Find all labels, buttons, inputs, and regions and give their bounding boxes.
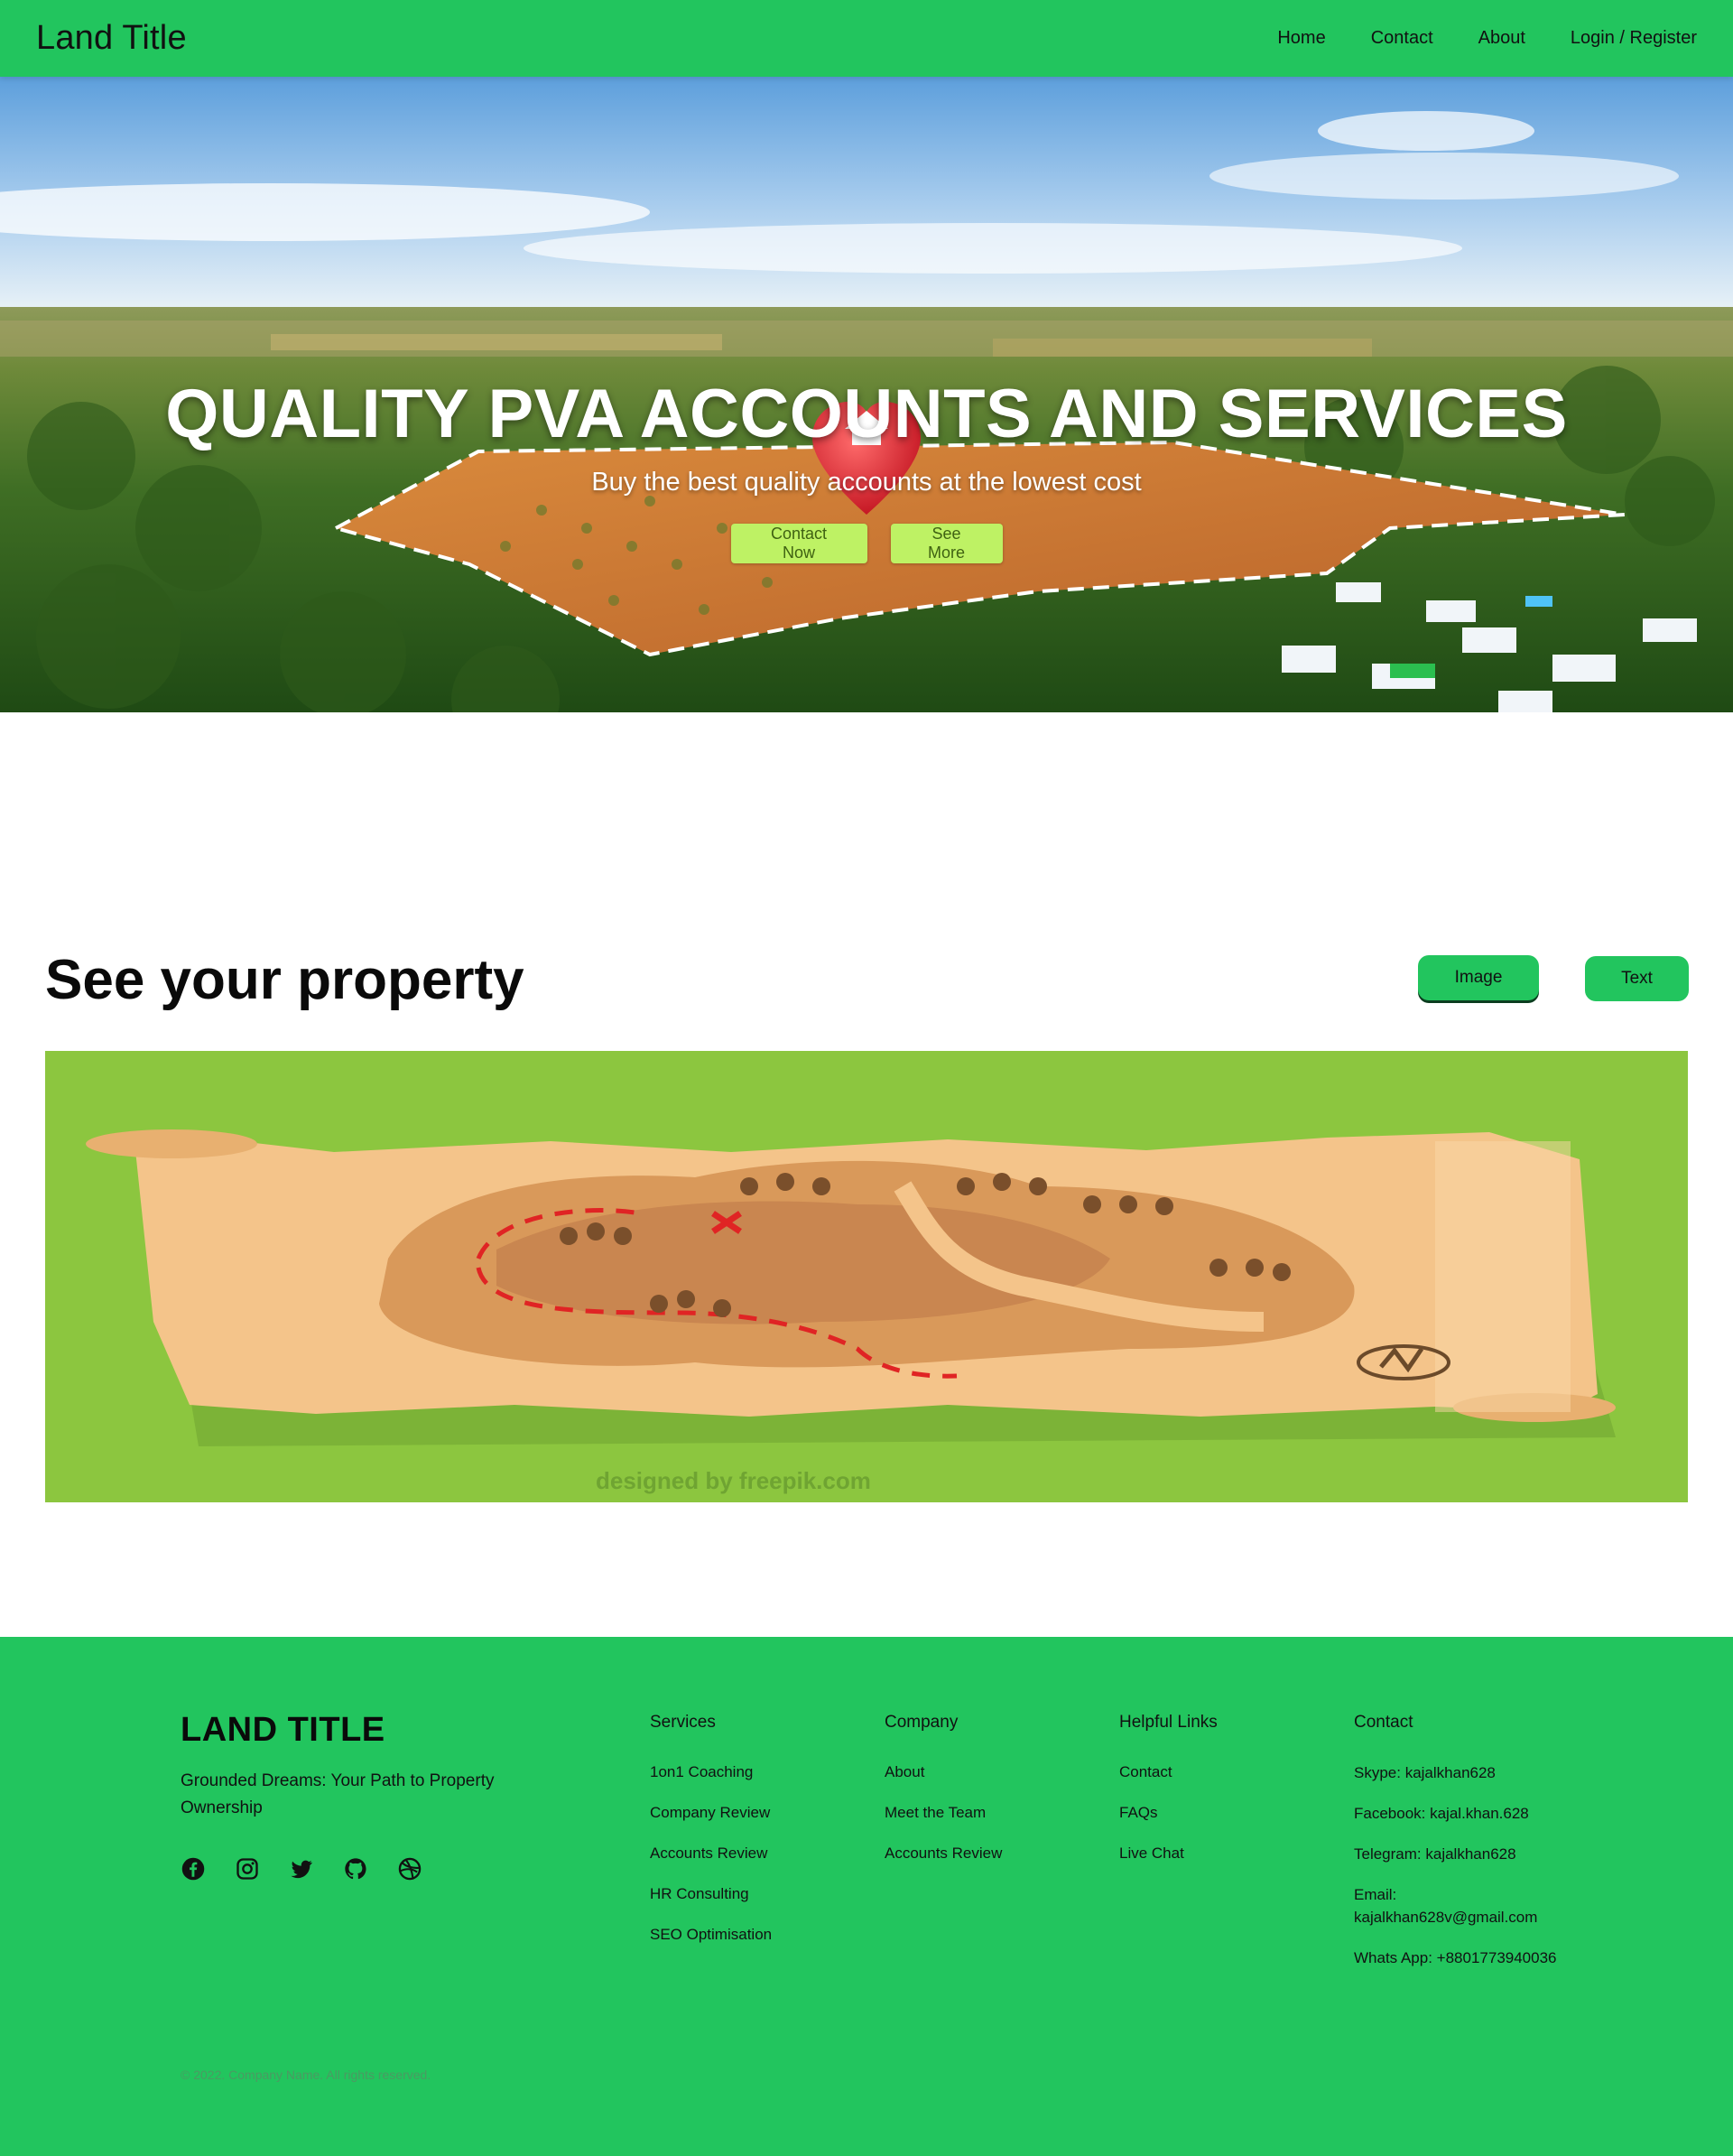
nav-about-link[interactable]: About <box>1478 28 1525 49</box>
contact-heading: Contact <box>1354 1713 1413 1732</box>
helpful-link[interactable]: Live Chat <box>1119 1845 1184 1862</box>
footer-helpful-links-column: Helpful Links Contact FAQs Live Chat <box>1119 1713 1218 1883</box>
brand-logo[interactable]: Land Title <box>36 19 187 58</box>
helpful-link[interactable]: FAQs <box>1119 1804 1158 1821</box>
image-toggle-button[interactable]: Image <box>1418 955 1539 1000</box>
nav-login-register-link[interactable]: Login / Register <box>1571 28 1697 49</box>
nav-links: Home Contact About Login / Register <box>1277 28 1697 49</box>
property-section-title: See your property <box>45 949 524 1011</box>
footer-company-column: Company About Meet the Team Accounts Rev… <box>885 1713 1002 1883</box>
contact-whatsapp: Whats App: +8801773940036 <box>1354 1949 1557 1966</box>
footer-brand: LAND TITLE <box>181 1711 385 1749</box>
footer-tagline: Grounded Dreams: Your Path to Property O… <box>181 1771 495 1817</box>
contact-telegram: Telegram: kajalkhan628 <box>1354 1845 1516 1863</box>
dribbble-icon[interactable] <box>397 1856 422 1882</box>
twitter-icon[interactable] <box>289 1856 314 1882</box>
services-link[interactable]: HR Consulting <box>650 1885 749 1902</box>
hero-buttons: Contact Now See More <box>0 524 1733 563</box>
footer-contact-column: Contact Skype: kajalkhan628 Facebook: ka… <box>1354 1713 1571 1987</box>
services-link[interactable]: Accounts Review <box>650 1845 767 1862</box>
hero-subtitle: Buy the best quality accounts at the low… <box>591 468 1142 497</box>
footer: LAND TITLE Grounded Dreams: Your Path to… <box>0 1637 1733 2156</box>
facebook-icon[interactable] <box>181 1856 206 1882</box>
contact-now-button[interactable]: Contact Now <box>730 524 867 563</box>
helpful-links-heading: Helpful Links <box>1119 1713 1218 1732</box>
contact-facebook: Facebook: kajal.khan.628 <box>1354 1805 1529 1822</box>
nav-home-link[interactable]: Home <box>1277 28 1325 49</box>
contact-email: Email: kajalkhan628v@gmail.com <box>1354 1886 1538 1926</box>
hero-section: QUALITY PVA ACCOUNTS AND SERVICES Buy th… <box>0 77 1733 712</box>
company-link[interactable]: Meet the Team <box>885 1804 986 1821</box>
see-more-button[interactable]: See More <box>890 524 1003 563</box>
services-link[interactable]: Company Review <box>650 1804 770 1821</box>
services-link[interactable]: 1on1 Coaching <box>650 1763 753 1780</box>
nav-contact-link[interactable]: Contact <box>1371 28 1433 49</box>
services-heading: Services <box>650 1713 716 1732</box>
contact-skype: Skype: kajalkhan628 <box>1354 1764 1496 1781</box>
footer-copyright: © 2022. Company Name. All rights reserve… <box>181 2068 431 2082</box>
text-toggle-button[interactable]: Text <box>1585 956 1689 1001</box>
helpful-link[interactable]: Contact <box>1119 1763 1172 1780</box>
footer-services-column: Services 1on1 Coaching Company Review Ac… <box>650 1713 772 1965</box>
map-watermark: designed by freepik.com <box>596 1467 871 1494</box>
social-icons <box>181 1856 422 1882</box>
instagram-icon[interactable] <box>235 1856 260 1882</box>
treasure-map-illustration: designed by freepik.com <box>45 1051 1688 1502</box>
hero-title: QUALITY PVA ACCOUNTS AND SERVICES <box>165 376 1568 452</box>
services-link[interactable]: SEO Optimisation <box>650 1926 772 1943</box>
company-link[interactable]: About <box>885 1763 924 1780</box>
company-link[interactable]: Accounts Review <box>885 1845 1002 1862</box>
navbar: Land Title Home Contact About Login / Re… <box>0 0 1733 77</box>
github-icon[interactable] <box>343 1856 368 1882</box>
property-map-image: designed by freepik.com <box>45 1051 1688 1502</box>
company-heading: Company <box>885 1713 959 1732</box>
